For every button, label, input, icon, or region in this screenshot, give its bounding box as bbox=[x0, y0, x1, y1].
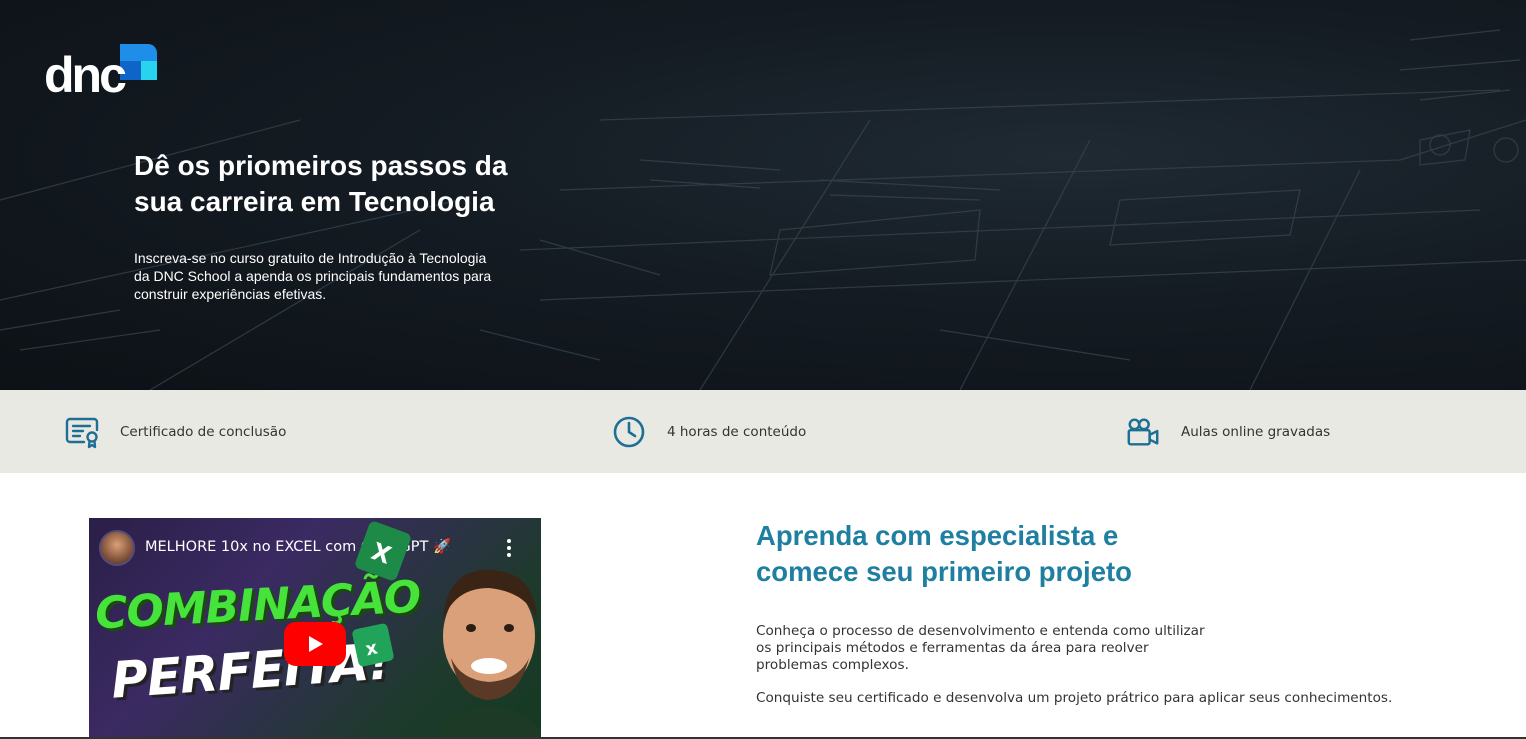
feature-certificate-label: Certificado de conclusão bbox=[120, 423, 287, 440]
dnc-logo[interactable]: dnc bbox=[44, 44, 160, 102]
hero-subtitle: Inscreva-se no curso gratuito de Introdu… bbox=[134, 250, 492, 302]
more-options-icon[interactable] bbox=[503, 538, 515, 558]
presenter-thumbnail-image bbox=[435, 569, 541, 739]
excel-logo-small-icon: x bbox=[352, 623, 394, 667]
feature-certificate: Certificado de conclusão bbox=[64, 390, 286, 473]
video-camera-icon bbox=[1125, 414, 1161, 450]
learn-paragraph-2: Conquiste seu certificado e desenvolva u… bbox=[756, 690, 1393, 706]
feature-online-classes-label: Aulas online gravadas bbox=[1181, 423, 1331, 440]
feature-online-classes: Aulas online gravadas bbox=[1125, 390, 1330, 473]
clock-icon bbox=[611, 414, 647, 450]
play-button[interactable] bbox=[284, 622, 346, 666]
channel-avatar[interactable] bbox=[99, 530, 135, 566]
play-icon bbox=[309, 636, 323, 652]
learn-paragraph-1: Conheça o processo de desenvolvimento e … bbox=[756, 623, 1205, 673]
certificate-icon bbox=[64, 414, 100, 450]
feature-hours: 4 horas de conteúdo bbox=[611, 390, 806, 473]
features-bar: Certificado de conclusão 4 horas de cont… bbox=[0, 390, 1526, 473]
learn-section-title: Aprenda com especialista e comece seu pr… bbox=[756, 520, 1132, 587]
hero-section: dnc Dê os priomeiros passos da sua carre… bbox=[0, 0, 1526, 390]
hero-title: Dê os priomeiros passos da sua carreira … bbox=[134, 150, 508, 217]
logo-wordmark: dnc bbox=[44, 47, 127, 103]
logo-square-cyan bbox=[141, 61, 157, 80]
excel-logo-icon: X bbox=[355, 521, 411, 581]
youtube-video-embed[interactable]: MELHORE 10x no EXCEL com CHATGPT 🚀 COMBI… bbox=[89, 518, 541, 739]
feature-hours-label: 4 horas de conteúdo bbox=[667, 423, 807, 440]
